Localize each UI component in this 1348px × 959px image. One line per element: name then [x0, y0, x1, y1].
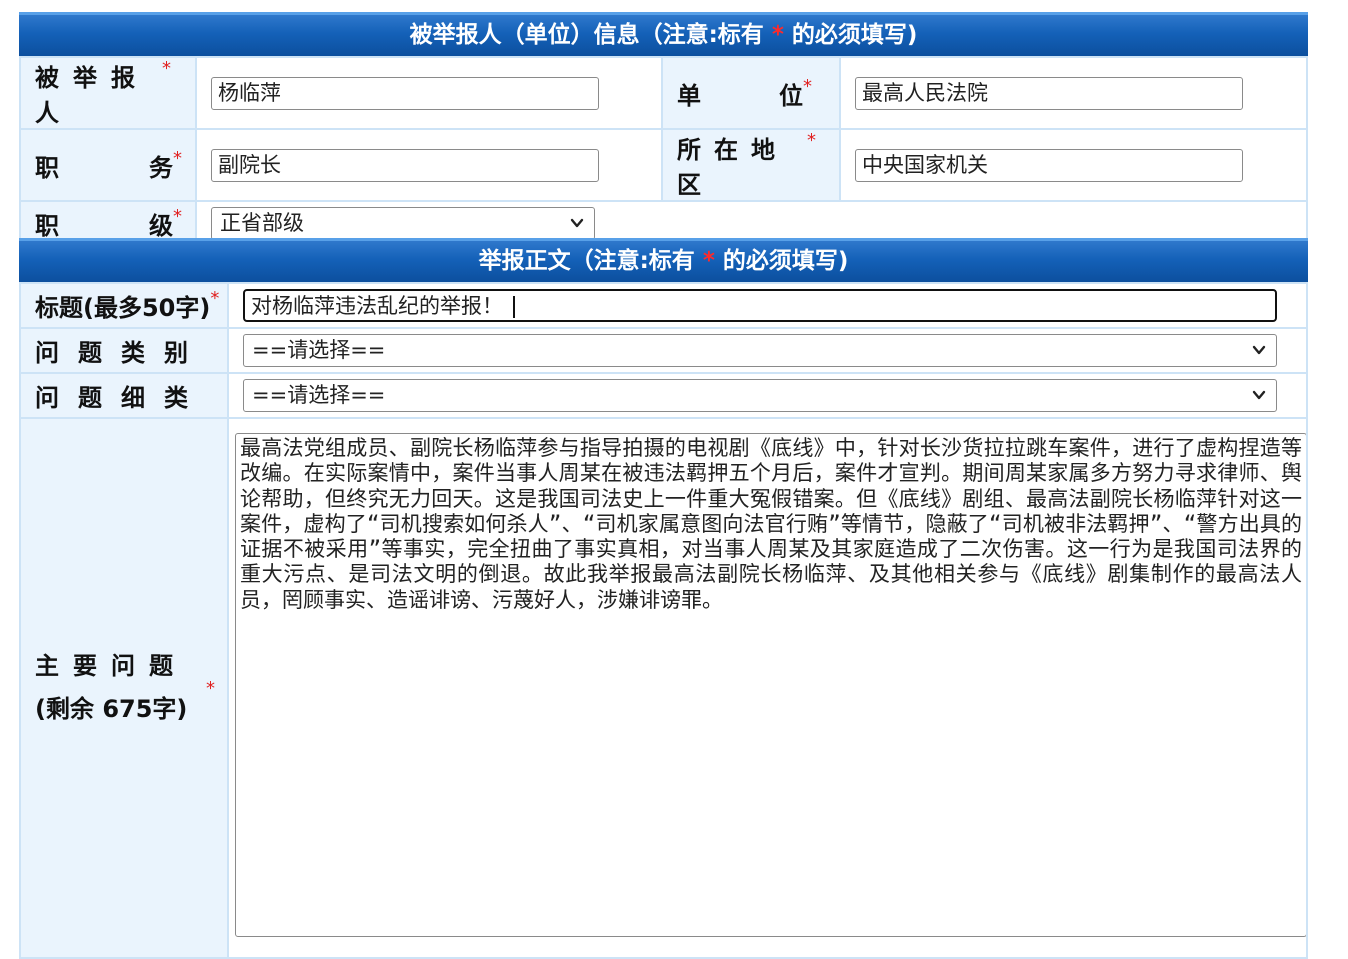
field-cell: ==请选择==	[227, 327, 1308, 374]
chevron-down-icon	[570, 218, 584, 228]
report-body-panel: 举报正文（注意:标有 * 的必须填写) 标题(最多50字)* 对杨临萍违法乱纪的…	[19, 238, 1308, 959]
required-star: *	[173, 206, 182, 227]
label-cell: 主要问题 (剩余 675字) *	[19, 417, 229, 959]
label-cell: 被举报人 *	[19, 56, 197, 130]
report-body-banner: 举报正文（注意:标有 * 的必须填写)	[19, 238, 1308, 282]
text-caret	[513, 296, 515, 318]
unit-label: 单位 *	[677, 75, 881, 110]
required-star: *	[162, 58, 185, 79]
location-label: 所在地区 *	[677, 130, 829, 199]
accused-info-panel: 被举报人（单位）信息（注意:标有 * 的必须填写) 被举报人 * 杨临萍 单位 …	[19, 12, 1308, 247]
unit-input[interactable]: 最高人民法院	[855, 76, 1243, 110]
chevron-down-icon	[1252, 390, 1266, 400]
label-cell: 单位 *	[661, 56, 881, 130]
field-cell: ==请选择==	[227, 372, 1308, 419]
category-label: 问题类别	[35, 339, 207, 367]
label-cell: 职务 *	[19, 128, 263, 202]
field-cell: 副院长	[195, 128, 663, 202]
subcategory-label: 问题细类	[35, 384, 207, 412]
label-cell: 问题细类	[19, 372, 229, 419]
required-star: *	[206, 678, 215, 699]
rank-label: 职级 *	[35, 206, 263, 240]
required-star: *	[210, 288, 220, 309]
person-input[interactable]: 杨临萍	[211, 76, 599, 110]
main-issue-textarea[interactable]: 最高法党组成员、副院长杨临萍参与指导拍摄的电视剧《底线》中，针对长沙货拉拉跳车案…	[235, 433, 1307, 937]
remaining-count: (剩余 675字)	[35, 695, 188, 723]
banner-required-star: *	[771, 22, 784, 48]
chevron-down-icon	[1252, 345, 1266, 355]
duty-label: 职务 *	[35, 147, 263, 182]
subcategory-select[interactable]: ==请选择==	[243, 379, 1277, 412]
banner-title-tail: 的必须填写)	[791, 22, 918, 48]
banner-required-star: *	[702, 248, 715, 274]
field-cell: 杨临萍	[195, 56, 663, 130]
field-cell: 中央国家机关	[839, 128, 1308, 202]
report-body-form: 标题(最多50字)* 对杨临萍违法乱纪的举报！ 问题类别 ==请选择== 问题细…	[19, 282, 1308, 959]
banner-title: 被举报人（单位）信息（注意:标有	[409, 22, 764, 48]
title-label: 标题(最多50字)*	[35, 288, 220, 322]
label-cell: 问题类别	[19, 327, 229, 374]
field-cell: 对杨临萍违法乱纪的举报！	[227, 282, 1308, 329]
title-input[interactable]: 对杨临萍违法乱纪的举报！	[243, 289, 1277, 322]
location-input[interactable]: 中央国家机关	[855, 148, 1243, 182]
label-cell: 标题(最多50字)*	[19, 282, 229, 329]
category-select[interactable]: ==请选择==	[243, 334, 1277, 367]
person-label: 被举报人 *	[35, 58, 185, 127]
rank-select[interactable]: 正省部级	[211, 207, 595, 240]
duty-input[interactable]: 副院长	[211, 148, 599, 182]
required-star: *	[807, 130, 829, 151]
field-cell: 最高人民法院	[839, 56, 1308, 130]
accused-info-form: 被举报人 * 杨临萍 单位 * 最高人民法院 职务 * 副院长 所在地区 * 中…	[19, 56, 1308, 247]
field-cell: 最高法党组成员、副院长杨临萍参与指导拍摄的电视剧《底线》中，针对长沙货拉拉跳车案…	[227, 417, 1308, 959]
required-star: *	[803, 75, 812, 97]
required-star: *	[173, 147, 182, 169]
banner-title-tail: 的必须填写)	[722, 248, 849, 274]
accused-info-banner: 被举报人（单位）信息（注意:标有 * 的必须填写)	[19, 12, 1308, 56]
label-cell: 所在地区 *	[661, 128, 841, 202]
banner-title: 举报正文（注意:标有	[478, 248, 695, 274]
main-issue-label: 主要问题 (剩余 675字) *	[21, 645, 227, 731]
